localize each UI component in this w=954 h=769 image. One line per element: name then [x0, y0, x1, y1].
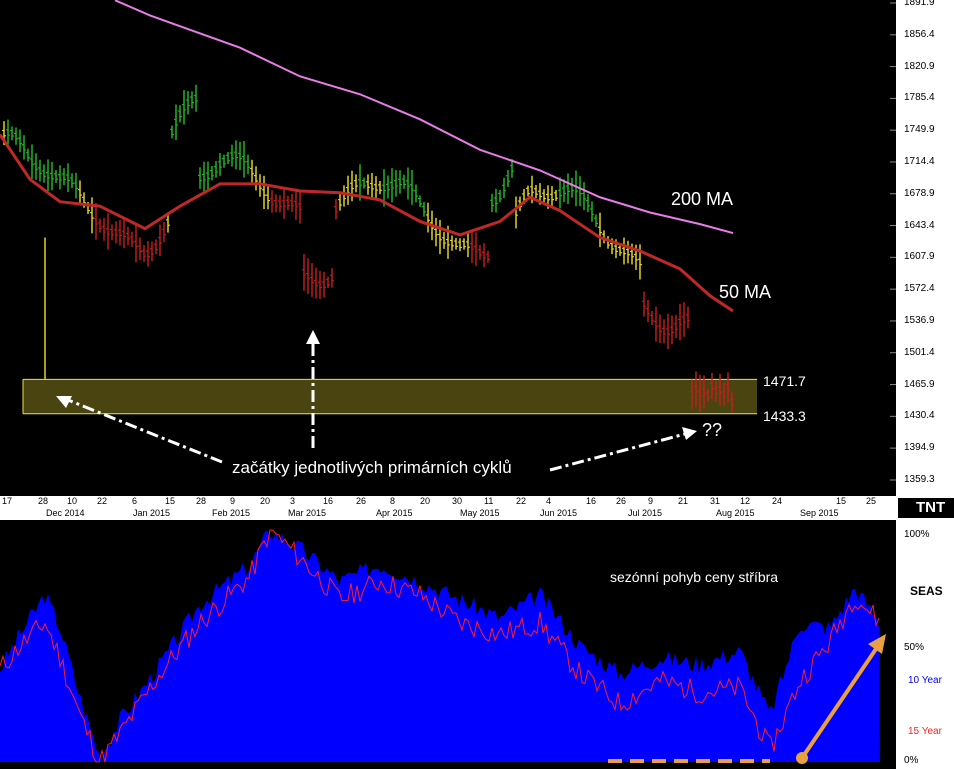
seasonal-chart	[0, 529, 886, 764]
price-y-tick: 1678.9	[904, 187, 935, 199]
date-tick-month: Jan 2015	[133, 508, 171, 518]
price-y-tick: 1359.3	[904, 474, 935, 485]
date-tick-month: Aug 2015	[716, 508, 755, 518]
arrow-up-head	[306, 330, 320, 344]
date-tick-day: 8	[390, 496, 396, 506]
date-tick-day: 9	[230, 496, 236, 506]
price-y-tick: 1856.4	[904, 28, 935, 40]
seas-tick-100: 100%	[904, 529, 930, 540]
date-tick-day: 28	[38, 496, 49, 506]
date-tick-day: 24	[772, 496, 783, 506]
price-y-tick: 1749.9	[904, 124, 935, 136]
chart-root: 1891.9 1856.4 1820.9 1785.4 1749.9 1714.4 1678…	[0, 0, 954, 769]
date-tick-day: 11	[484, 496, 494, 506]
date-tick-day: 21	[678, 496, 689, 506]
date-tick-day: 6	[132, 496, 138, 506]
date-tick-day: 26	[356, 496, 367, 506]
date-tick-day: 12	[740, 496, 751, 506]
seas-legend-15yr: 15 Year	[908, 726, 942, 737]
arrow-right	[549, 432, 686, 472]
price-y-tick: 1643.4	[904, 219, 935, 231]
price-y-tick: 1394.9	[904, 442, 935, 454]
date-tick-day: 10	[67, 496, 78, 506]
date-tick-day: 22	[516, 496, 527, 506]
question-label: ??	[702, 420, 723, 440]
price-y-tick: 1430.4	[904, 410, 935, 422]
date-tick-day: 3	[290, 496, 296, 506]
price-chart	[0, 0, 896, 481]
price-y-tick: 1607.9	[904, 251, 935, 263]
seasonal-title: sezónní pohyb ceny stříbra	[610, 569, 779, 585]
date-tick-day: 9	[648, 496, 654, 506]
date-tick-day: 28	[196, 496, 207, 506]
date-tick-day: 31	[710, 496, 721, 506]
date-tick-day: 20	[420, 496, 431, 506]
cycles-label: začátky jednotlivých primárních cyklů	[232, 458, 512, 477]
date-tick-month: Feb 2015	[212, 508, 251, 518]
ma50-line	[0, 133, 734, 313]
price-y-tick: 1891.9	[904, 0, 935, 8]
date-tick-month: Apr 2015	[376, 508, 413, 518]
date-tick-month: Sep 2015	[800, 508, 839, 518]
date-tick-day: 30	[452, 496, 463, 506]
date-tick-month: Jul 2015	[628, 508, 663, 518]
date-tick-day: 25	[866, 496, 877, 506]
date-tick-day: 16	[323, 496, 334, 506]
price-y-tick: 1785.4	[904, 92, 935, 104]
seas-tick-50: 50%	[904, 642, 925, 653]
date-tick-month: Mar 2015	[288, 508, 327, 518]
date-tick-month: Jun 2015	[540, 508, 578, 518]
seas-tick-0: 0%	[904, 755, 919, 766]
date-tick-day: 22	[97, 496, 108, 506]
price-y-tick: 1572.4	[904, 283, 935, 295]
seas-title: SEAS	[910, 584, 943, 598]
date-tick-day: 4	[546, 496, 552, 506]
date-tick-month: May 2015	[460, 508, 500, 518]
date-tick-month: Dec 2014	[46, 508, 85, 518]
support-band	[23, 379, 757, 414]
arrow-right-head	[682, 427, 697, 440]
price-y-tick: 1820.9	[904, 60, 935, 72]
date-tick-day: 26	[616, 496, 627, 506]
price-y-tick: 1714.4	[904, 155, 935, 167]
uptrend-arrow-start	[796, 752, 808, 764]
ma200-line	[114, 0, 734, 235]
price-bars	[2, 84, 734, 413]
date-tick-day: 16	[586, 496, 597, 506]
ma200-label: 200 MA	[671, 189, 734, 209]
price-y-tick: 1536.9	[904, 314, 935, 326]
date-tick-day: 15	[836, 496, 847, 506]
seasonal-10yr-area	[0, 530, 880, 762]
seas-legend-10yr: 10 Year	[908, 675, 942, 686]
tnt-logo-text: TNT	[916, 499, 946, 516]
level-upper-label: 1471.7	[763, 373, 806, 389]
price-y-tick: 1465.9	[904, 378, 935, 390]
date-tick-day: 17	[2, 496, 13, 506]
level-lower-label: 1433.3	[763, 408, 806, 424]
date-tick-day: 20	[260, 496, 271, 506]
ma50-label: 50 MA	[719, 282, 772, 302]
price-y-tick: 1501.4	[904, 346, 935, 358]
date-tick-day: 15	[165, 496, 176, 506]
